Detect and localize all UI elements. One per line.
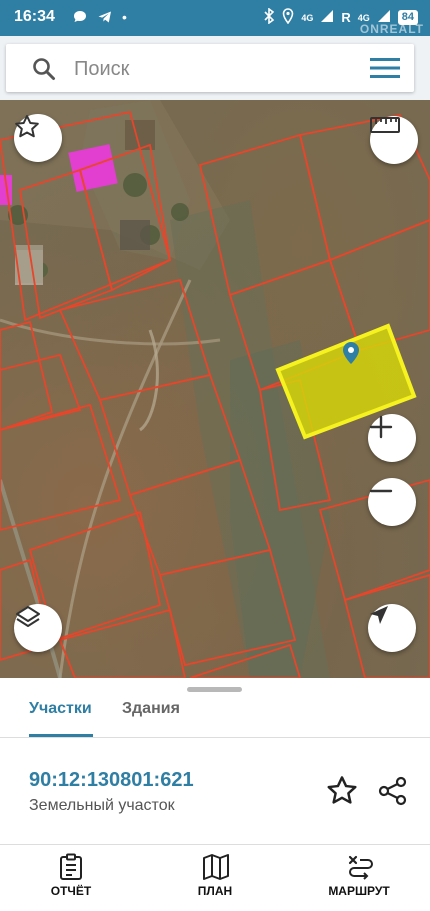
cadastral-number[interactable]: 90:12:130801:621 [29,769,194,792]
notification-icons: • [72,9,127,28]
map-canvas [0,100,430,678]
sheet-drag-handle[interactable] [187,687,242,692]
map-plan-icon [202,853,230,886]
status-bar: 16:34 • 4G R 4G 84 ONREALT [0,0,430,36]
menu-icon[interactable] [370,56,400,80]
bottom-nav: ОТЧЁТ ПЛАН МАРШРУТ [0,844,430,911]
telegram-icon [97,9,113,28]
watermark: ONREALT [359,22,424,36]
report-icon [58,853,84,886]
share-icon [378,776,407,806]
roaming-label: R [341,10,351,25]
status-time: 16:34 [14,8,55,25]
zoom-out-button[interactable] [368,478,416,526]
nav-report[interactable]: ОТЧЁТ [11,845,131,911]
parcel-type: Земельный участок [29,797,175,814]
search-area [0,36,430,100]
bluetooth-icon [263,7,275,27]
ruler-button[interactable] [370,116,418,164]
nav-plan-label: ПЛАН [197,884,233,898]
nav-plan[interactable]: ПЛАН [155,845,275,911]
nav-route-label: МАРШРУТ [328,884,390,898]
star-outline-icon [327,776,357,804]
tab-divider [0,737,430,738]
location-icon [282,8,294,27]
network-label-1: 4G [301,12,314,23]
favorites-button[interactable] [14,114,62,162]
route-icon [346,853,374,886]
search-icon[interactable] [32,57,56,86]
signal-icon [320,9,334,26]
nav-route[interactable]: МАРШРУТ [299,845,419,911]
tab-buildings[interactable]: Здания [122,700,180,718]
tab-parcels[interactable]: Участки [29,700,92,718]
add-favorite-button[interactable] [326,775,358,812]
search-bar[interactable] [6,44,414,92]
nav-report-label: ОТЧЁТ [50,884,92,898]
bottom-sheet: Участки Здания 90:12:130801:621 Земельны… [0,678,430,844]
zoom-in-button[interactable] [368,414,416,462]
dot-icon: • [122,9,127,25]
building-magenta [68,144,118,192]
chat-icon [72,9,88,28]
share-button[interactable] [377,775,409,812]
search-input[interactable] [72,54,346,84]
network-label-2: 4G [357,12,370,23]
map-view[interactable] [0,100,430,678]
my-location-button[interactable] [368,604,416,652]
layers-button[interactable] [14,604,62,652]
